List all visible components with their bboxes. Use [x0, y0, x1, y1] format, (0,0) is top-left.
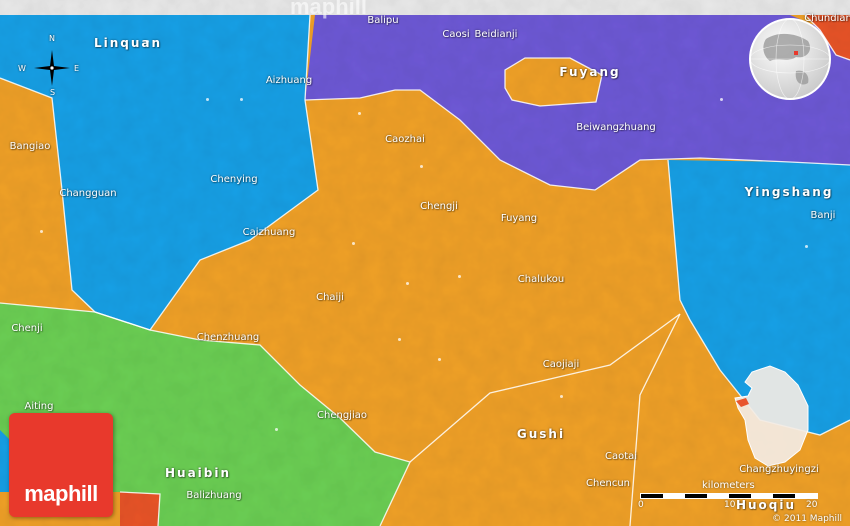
- maphill-logo-text: maphill: [24, 481, 98, 506]
- scale-bar-graphic: [640, 493, 818, 499]
- place-fuyang: Fuyang: [500, 213, 538, 224]
- place-dot: [560, 395, 563, 398]
- place-aizhuang: Aizhuang: [265, 75, 313, 86]
- place-chundian: Chundian: [804, 13, 850, 24]
- place-balipu: Balipu: [367, 15, 399, 26]
- place-dot: [206, 98, 209, 101]
- scale-tick-0: 0: [638, 500, 644, 510]
- map-top-margin: [0, 0, 850, 15]
- place-chengjiao: Chengjiao: [317, 410, 367, 421]
- compass-w: W: [18, 64, 26, 73]
- compass-rose: N S E W: [18, 34, 80, 97]
- place-dot: [406, 282, 409, 285]
- place-chencun: Chencun: [586, 478, 630, 489]
- scale-tick-20: 20: [806, 500, 818, 510]
- scale-bar: kilometers 0 10 20: [638, 478, 818, 518]
- place-dot: [438, 358, 441, 361]
- place-beiwangzhuang: Beiwangzhuang: [576, 122, 656, 133]
- place-chengji: Chengji: [420, 201, 458, 212]
- label-huaibin: Huaibin: [164, 466, 232, 480]
- place-caosi: Caosi: [442, 29, 470, 40]
- map-regions: [0, 0, 850, 526]
- place-caizhuang: Caizhuang: [242, 227, 296, 238]
- watermark: maphill: [290, 0, 368, 19]
- compass-s: S: [50, 88, 56, 97]
- region-southwest-red: [120, 492, 160, 526]
- place-bangiao: Bangiao: [9, 141, 51, 152]
- scale-tick-10: 10: [724, 500, 736, 510]
- place-dot: [358, 112, 361, 115]
- copyright-text: © 2011 Maphill: [772, 514, 842, 524]
- place-chenji: Chenji: [11, 323, 43, 334]
- label-gushi: Gushi: [516, 427, 566, 441]
- place-balizhuang: Balizhuang: [186, 490, 242, 501]
- place-dot: [352, 242, 355, 245]
- label-fuyang-region: Fuyang: [559, 65, 621, 79]
- place-dot: [458, 275, 461, 278]
- label-linquan: Linquan: [93, 36, 163, 50]
- place-dot: [398, 338, 401, 341]
- place-aiting: Aiting: [24, 401, 54, 412]
- place-beidianji: Beidianji: [474, 29, 518, 40]
- place-chaiji: Chaiji: [316, 292, 344, 303]
- place-chalukou: Chalukou: [517, 274, 565, 285]
- place-changguan: Changguan: [59, 188, 117, 199]
- place-changzhuyingzi: Changzhuyingzi: [739, 464, 819, 475]
- map-canvas[interactable]: maphill N S E W Linquan Fuyang Yingshang…: [0, 0, 850, 526]
- compass-n: N: [49, 34, 55, 43]
- place-caojiaji: Caojiaji: [542, 359, 580, 370]
- globe-icon: [749, 18, 831, 100]
- place-dot: [720, 98, 723, 101]
- place-dot: [40, 230, 43, 233]
- place-caotai: Caotai: [604, 451, 638, 462]
- compass-e: E: [74, 64, 80, 73]
- place-caozhai: Caozhai: [385, 134, 425, 145]
- place-chenying: Chenying: [210, 174, 258, 185]
- place-dot: [420, 165, 423, 168]
- scale-title: kilometers: [702, 480, 755, 491]
- compass-rose-icon: [34, 50, 70, 86]
- place-banji: Banji: [810, 210, 836, 221]
- label-yingshang: Yingshang: [744, 185, 834, 199]
- place-chenzhuang: Chenzhuang: [196, 332, 260, 343]
- globe-locator: [748, 17, 832, 101]
- place-dot: [240, 98, 243, 101]
- place-dot: [275, 428, 278, 431]
- maphill-logo[interactable]: maphill: [9, 413, 113, 517]
- place-dot: [805, 245, 808, 248]
- place-dot: [146, 40, 149, 43]
